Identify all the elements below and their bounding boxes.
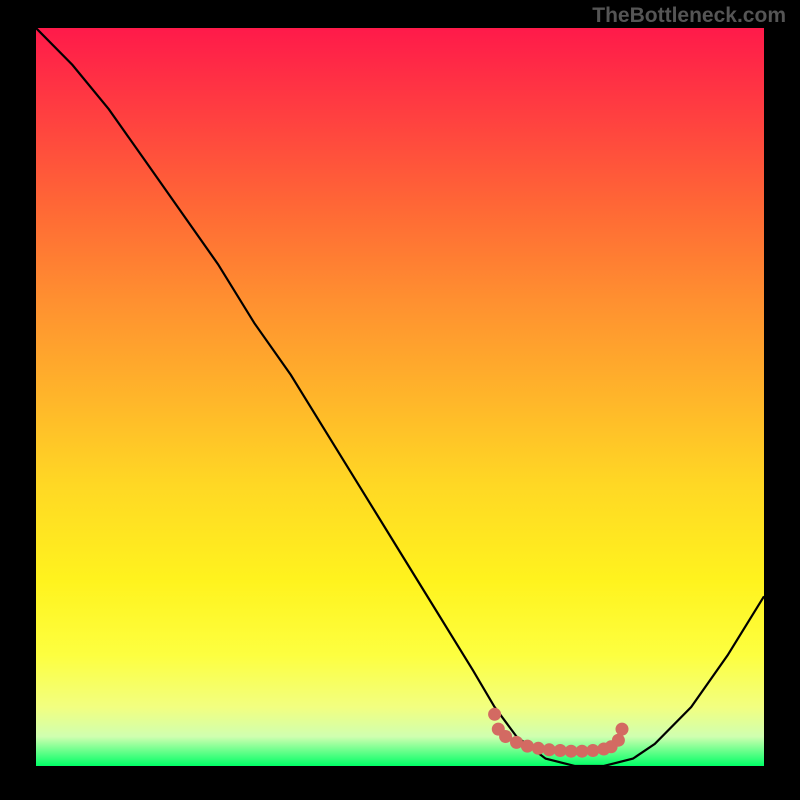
watermark-text: TheBottleneck.com [592,4,786,28]
gradient-plot-area [36,28,764,766]
